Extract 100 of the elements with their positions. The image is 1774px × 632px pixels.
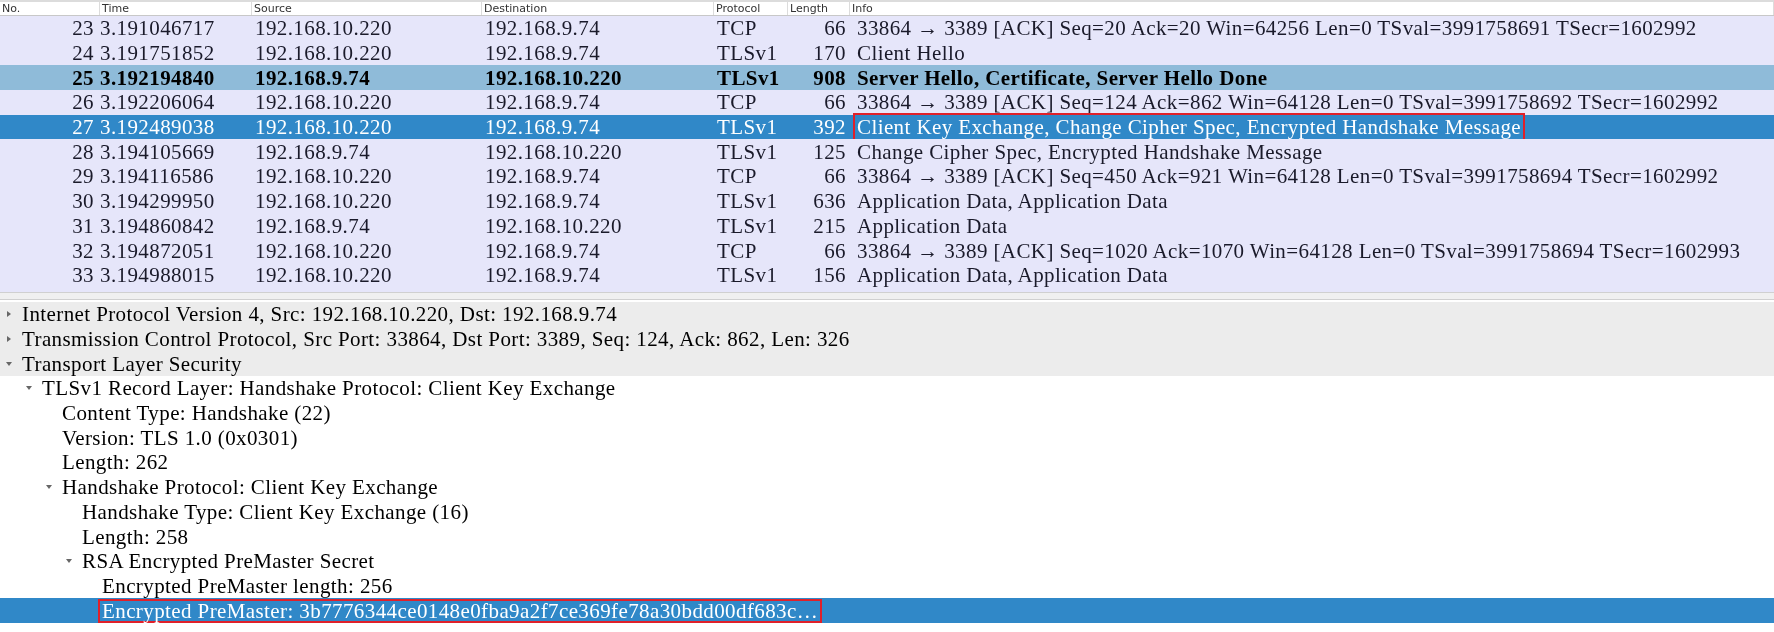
detail-tree-label: Transport Layer Security xyxy=(21,351,243,376)
packet-source-cell: 192.168.10.220 xyxy=(255,90,392,115)
column-header[interactable]: Source xyxy=(252,2,482,15)
detail-tree-label: TLSv1 Record Layer: Handshake Protocol: Client Key Exchange xyxy=(41,376,617,401)
detail-tree-row[interactable]: Transmission Control Protocol, Src Port: 33864, Dst Port: 3389, Seq: 124, Ack: 862, Len: 326 xyxy=(0,326,1774,352)
packet-time-cell: 3.194116586 xyxy=(100,164,214,189)
packet-time-cell: 3.194872051 xyxy=(100,238,215,263)
detail-tree-label: Transmission Control Protocol, Src Port: 33864, Dst Port: 3389, Seq: 124, Ack: 862, Len: 326 xyxy=(21,327,851,352)
detail-tree-label: Encrypted PreMaster length: 256 xyxy=(101,573,394,598)
detail-tree-label: Handshake Type: Client Key Exchange (16) xyxy=(81,499,470,524)
packet-number-cell: 27 xyxy=(72,115,94,140)
packet-info-cell-text: Application Data xyxy=(856,213,1009,240)
packet-time-cell: 3.194105669 xyxy=(100,139,215,164)
packet-protocol-cell: TLSv1 xyxy=(717,41,778,66)
detail-tree-row[interactable]: Internet Protocol Version 4, Src: 192.168.10.220, Dst: 192.168.9.74 xyxy=(0,302,1774,327)
packet-time-cell: 3.192489038 xyxy=(100,115,215,140)
packet-number-cell: 33 xyxy=(72,263,94,288)
packet-destination-cell: 192.168.9.74 xyxy=(485,16,601,41)
packet-number-cell: 23 xyxy=(72,16,94,41)
packet-time-cell: 3.191046717 xyxy=(100,16,215,41)
packet-destination-cell: 192.168.9.74 xyxy=(485,90,601,115)
column-header[interactable]: Length xyxy=(788,2,850,15)
column-header[interactable]: No. xyxy=(0,2,100,15)
packet-number-cell: 26 xyxy=(72,90,94,115)
detail-tree-label: Internet Protocol Version 4, Src: 192.168.10.220, Dst: 192.168.9.74 xyxy=(21,302,619,327)
packet-source-cell: 192.168.10.220 xyxy=(255,189,392,214)
packet-source-cell: 192.168.10.220 xyxy=(255,16,392,41)
packet-info-cell-text: Application Data, Application Data xyxy=(856,188,1169,216)
packet-length-cell: 66 xyxy=(824,90,846,115)
packet-time-cell: 3.194860842 xyxy=(100,213,215,238)
packet-time-cell: 3.191751852 xyxy=(100,41,215,66)
detail-tree-label: Encrypted PreMaster: 3b7776344ce0148e0fba9a2f7ce369fe78a30bdd00df683c… xyxy=(98,598,823,623)
packet-time-cell: 3.192206064 xyxy=(100,90,215,115)
packet-number-cell: 32 xyxy=(72,238,94,263)
packet-info-cell-text: Application Data, Application Data xyxy=(856,263,1169,290)
packet-length-cell: 66 xyxy=(824,164,846,189)
packet-source-cell: 192.168.9.74 xyxy=(255,139,371,164)
collapsed-triangle-icon[interactable] xyxy=(5,335,13,344)
packet-number-cell: 29 xyxy=(72,164,94,189)
packet-source-cell: 192.168.10.220 xyxy=(255,164,392,189)
packet-destination-cell: 192.168.10.220 xyxy=(485,139,622,164)
packet-length-cell: 908 xyxy=(813,65,846,90)
packet-number-cell: 24 xyxy=(72,41,94,66)
packet-protocol-cell: TCP xyxy=(717,16,757,41)
packet-info-cell-text: 33864 → 3389 [ACK] Seq=450 Ack=921 Win=64128 Len=0 TSval=3991758694 TSecr=1602992 xyxy=(856,164,1720,191)
column-header[interactable]: Protocol xyxy=(714,2,788,15)
column-header[interactable]: Time xyxy=(100,2,252,15)
packet-source-cell: 192.168.10.220 xyxy=(255,115,392,140)
detail-tree-label: Handshake Protocol: Client Key Exchange xyxy=(61,475,439,500)
packet-protocol-cell: TLSv1 xyxy=(717,115,778,140)
packet-source-cell: 192.168.10.220 xyxy=(255,263,392,288)
packet-protocol-cell: TLSv1 xyxy=(717,65,780,90)
packet-length-cell: 156 xyxy=(813,263,846,288)
packet-number-cell: 25 xyxy=(72,65,94,90)
packet-source-cell: 192.168.10.220 xyxy=(255,41,392,66)
packet-destination-cell: 192.168.9.74 xyxy=(485,41,601,66)
packet-length-cell: 392 xyxy=(813,115,846,140)
packet-destination-cell: 192.168.9.74 xyxy=(485,164,601,189)
detail-tree-row[interactable]: Encrypted PreMaster: 3b7776344ce0148e0fba9a2f7ce369fe78a30bdd00df683c… xyxy=(0,598,1774,623)
packet-protocol-cell: TLSv1 xyxy=(717,139,778,164)
packet-destination-cell: 192.168.10.220 xyxy=(485,213,622,238)
packet-source-cell: 192.168.10.220 xyxy=(255,238,392,263)
detail-tree-label: Length: 262 xyxy=(61,450,170,475)
collapsed-triangle-icon[interactable] xyxy=(5,310,13,319)
packet-length-cell: 66 xyxy=(824,16,846,41)
packet-row[interactable]: 25 3.192194840 192.168.9.74 192.168.10.220 TLSv1 908 Server Hello, Certificate, Server Hello Done xyxy=(0,65,1774,91)
expanded-triangle-icon[interactable] xyxy=(5,359,13,368)
packet-destination-cell: 192.168.9.74 xyxy=(485,263,601,288)
packet-length-cell: 636 xyxy=(813,189,846,214)
packet-protocol-cell: TLSv1 xyxy=(717,263,778,288)
column-header[interactable]: Destination xyxy=(482,2,714,15)
column-header[interactable]: Info xyxy=(850,2,1774,15)
packet-length-cell: 170 xyxy=(813,41,846,66)
packet-time-cell: 3.192194840 xyxy=(100,65,215,90)
packet-protocol-cell: TLSv1 xyxy=(717,189,778,214)
packet-time-cell: 3.194299950 xyxy=(100,189,215,214)
packet-number-cell: 28 xyxy=(72,139,94,164)
packet-number-cell: 30 xyxy=(72,189,94,214)
detail-tree-label: Length: 258 xyxy=(81,524,190,549)
packet-source-cell: 192.168.9.74 xyxy=(255,65,371,90)
packet-destination-cell: 192.168.9.74 xyxy=(485,238,601,263)
packet-time-cell: 3.194988015 xyxy=(100,263,215,288)
packet-protocol-cell: TCP xyxy=(717,164,757,189)
packet-destination-cell: 192.168.10.220 xyxy=(485,65,622,90)
packet-protocol-cell: TCP xyxy=(717,238,757,263)
packet-length-cell: 215 xyxy=(813,213,846,238)
packet-info-cell-text: 33864 → 3389 [ACK] Seq=20 Ack=20 Win=64256 Len=0 TSval=3991758691 TSecr=1602992 xyxy=(856,15,1698,43)
detail-tree-label: RSA Encrypted PreMaster Secret xyxy=(81,549,376,574)
packet-length-cell: 66 xyxy=(824,238,846,263)
packet-length-cell: 125 xyxy=(813,139,846,164)
detail-tree-label: Content Type: Handshake (22) xyxy=(61,401,332,426)
packet-protocol-cell: TLSv1 xyxy=(717,213,778,238)
packet-number-cell: 31 xyxy=(72,213,94,238)
packet-info-cell-text: 33864 → 3389 [ACK] Seq=1020 Ack=1070 Win=64128 Len=0 TSval=3991758694 TSecr=1602993 xyxy=(856,238,1742,265)
detail-tree-label: Version: TLS 1.0 (0x0301) xyxy=(61,425,299,450)
packet-row[interactable]: 27 3.192489038 192.168.10.220 192.168.9.74 TLSv1 392 Client Key Exchange, Change Cipher Spec, Encrypted Handshake Message xyxy=(0,114,1774,140)
packet-source-cell: 192.168.9.74 xyxy=(255,213,371,238)
packet-destination-cell: 192.168.9.74 xyxy=(485,189,601,214)
packet-info-cell-text: Change Cipher Spec, Encrypted Handshake Message xyxy=(856,139,1324,166)
detail-tree-row[interactable]: Transport Layer Security xyxy=(0,351,1774,377)
